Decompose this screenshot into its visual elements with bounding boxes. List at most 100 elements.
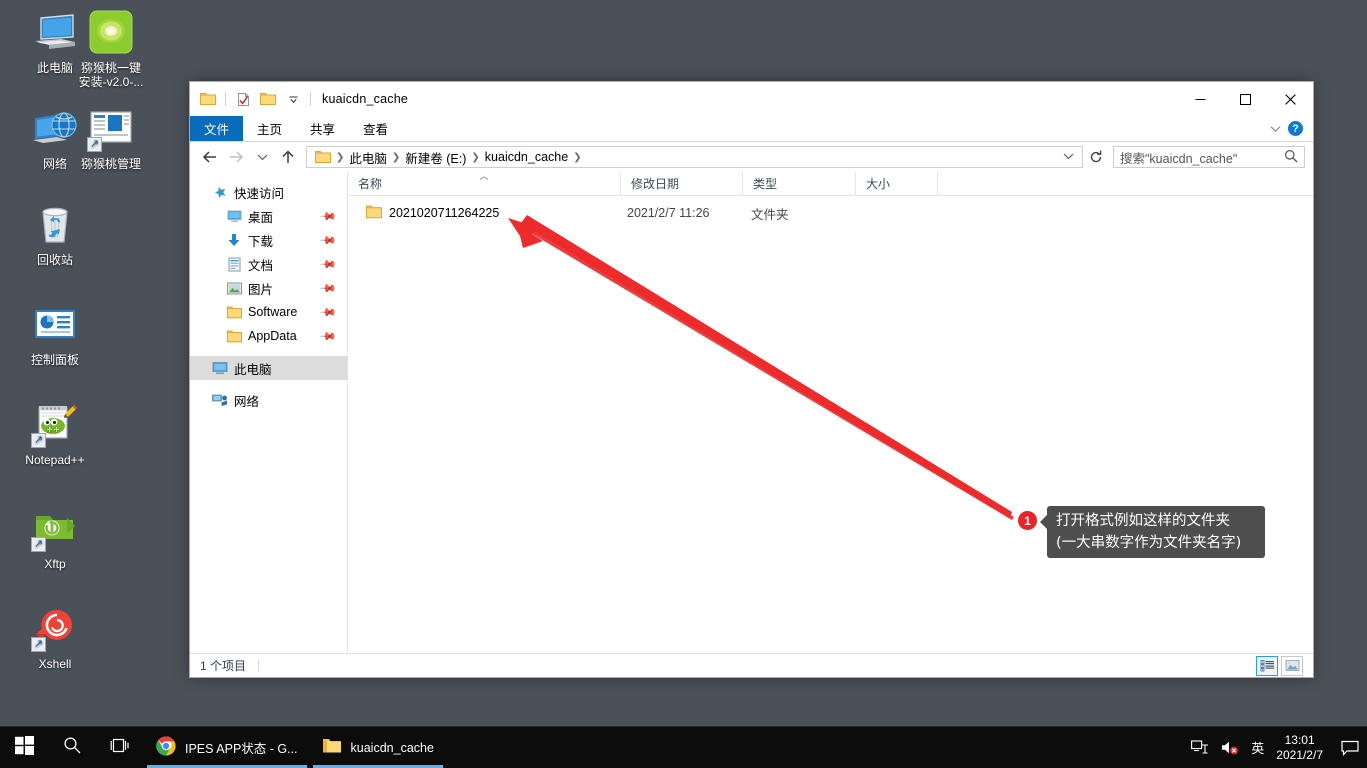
taskbar-item-chrome[interactable]: IPES APP状态 - G... (144, 727, 310, 768)
refresh-icon[interactable] (1085, 146, 1107, 168)
kiwi-fruit-icon (87, 8, 135, 56)
taskbar[interactable]: IPES APP状态 - G... kuaicdn_cache 英 13:01 … (0, 726, 1367, 768)
breadcrumb-item-this-pc[interactable]: 此电脑 (345, 148, 391, 167)
desktop-icon-recycle-bin[interactable]: 回收站 (8, 200, 102, 267)
column-header-modified[interactable]: 修改日期 (621, 172, 743, 195)
breadcrumb-folder-icon[interactable] (311, 150, 335, 164)
column-header-name[interactable]: ︿ 名称 (348, 171, 621, 195)
search-input[interactable]: 搜索"kuaicdn_cache" (1113, 146, 1305, 168)
pin-icon[interactable]: 📌 (319, 279, 338, 297)
breadcrumb-separator[interactable]: ❯ (470, 152, 480, 163)
sidebar-item-this-pc[interactable]: 此电脑 (190, 356, 347, 380)
start-button[interactable] (0, 727, 48, 768)
file-list[interactable]: 2021020711264225 2021/2/7 11:26 文件夹 (348, 196, 1313, 653)
pin-icon[interactable]: 📌 (319, 327, 338, 345)
sidebar-item-network[interactable]: 网络 (190, 388, 347, 412)
ribbon-tab-file[interactable]: 文件 (190, 116, 244, 141)
help-icon[interactable]: ? (1288, 121, 1303, 136)
sidebar-item-appdata[interactable]: AppData 📌 (190, 324, 347, 348)
shortcut-arrow-icon: ↗ (87, 137, 102, 152)
window-panels-icon: ↗ (87, 104, 135, 152)
window-controls[interactable] (1178, 82, 1313, 116)
system-tray[interactable]: 英 13:01 2021/2/7 (1191, 727, 1367, 768)
toolbar-divider (225, 92, 226, 106)
sidebar-item-label: 桌面 (248, 210, 274, 225)
collapse-ribbon-chevron-down-icon[interactable] (1270, 120, 1281, 138)
file-explorer-window[interactable]: kuaicdn_cache 文件 主页 共享 查看 ? ❯ 此电脑 ❯ 新建卷 … (189, 81, 1314, 678)
column-headers[interactable]: ︿ 名称 修改日期 类型 大小 (348, 171, 1313, 196)
network-monitor-icon[interactable] (1191, 740, 1209, 755)
window-titlebar[interactable]: kuaicdn_cache (190, 82, 1313, 116)
breadcrumb-separator[interactable]: ❯ (391, 152, 401, 163)
desktop-icon-label: 猕猴桃一键 安装-v2.0-... (78, 61, 144, 89)
desktop-icon-kiwi-manager[interactable]: ↗ 猕猴桃管理 (64, 104, 158, 171)
desktop-icon-xshell[interactable]: ↗ Xshell (8, 604, 102, 671)
sidebar-item-desktop[interactable]: 桌面 📌 (190, 204, 347, 228)
file-name-cell[interactable]: 2021020711264225 (348, 205, 621, 222)
recent-locations-chevron-down-icon[interactable] (250, 145, 274, 169)
pin-icon[interactable]: 📌 (319, 255, 338, 273)
pin-icon[interactable]: 📌 (319, 231, 338, 249)
breadcrumb-bar[interactable]: ❯ 此电脑 ❯ 新建卷 (E:) ❯ kuaicdn_cache ❯ (306, 146, 1083, 168)
pin-icon[interactable]: 📌 (319, 303, 338, 321)
large-icons-view-icon[interactable] (1281, 655, 1303, 676)
ribbon-tab-view[interactable]: 查看 (349, 116, 402, 141)
notification-icon[interactable] (1341, 740, 1359, 756)
ribbon-tab-home[interactable]: 主页 (243, 116, 296, 141)
forward-arrow-right-icon[interactable] (224, 145, 248, 169)
column-header-size[interactable]: 大小 (856, 172, 938, 195)
desktop-icon-kiwi-installer[interactable]: 猕猴桃一键 安装-v2.0-... (64, 8, 158, 89)
search-icon[interactable] (1284, 149, 1298, 166)
sidebar-item-downloads[interactable]: 下载 📌 (190, 228, 347, 252)
desktop-icon-label: 回收站 (36, 253, 73, 267)
task-view-button[interactable] (96, 727, 144, 768)
sidebar-item-label: 文档 (248, 258, 274, 273)
svg-text:++: ++ (46, 425, 59, 434)
desktop-icon-control-panel[interactable]: 控制面板 (8, 300, 102, 367)
back-arrow-left-icon[interactable] (198, 145, 222, 169)
search-placeholder: 搜索"kuaicdn_cache" (1120, 151, 1238, 166)
desktop-icon-xftp[interactable]: ↗ Xftp (8, 504, 102, 571)
document-icon (226, 256, 242, 272)
new-folder-icon[interactable] (257, 88, 279, 110)
navigation-pane[interactable]: 快速访问 桌面 📌 下载 📌 文档 📌 图片 📌 Software 📌 AppD… (190, 172, 348, 677)
star-pin-icon (212, 184, 228, 200)
shortcut-arrow-icon: ↗ (31, 637, 46, 652)
maximize-button[interactable] (1223, 82, 1268, 116)
column-header-type[interactable]: 类型 (743, 172, 856, 195)
sidebar-item-quick-access[interactable]: 快速访问 (190, 180, 347, 204)
ime-indicator[interactable]: 英 (1251, 738, 1264, 757)
minimize-button[interactable] (1178, 82, 1223, 116)
desktop-icon-label: Xshell (38, 657, 72, 671)
properties-checkmark-icon[interactable] (232, 88, 254, 110)
taskbar-item-explorer[interactable]: kuaicdn_cache (310, 727, 446, 768)
xshell-snail-icon: ↗ (31, 604, 79, 652)
desktop-icon-notepadpp[interactable]: ++ ↗ Notepad++ (8, 400, 102, 467)
window-title: kuaicdn_cache (322, 92, 408, 106)
sidebar-item-software[interactable]: Software 📌 (190, 300, 347, 324)
view-mode-buttons[interactable] (1256, 655, 1303, 676)
up-arrow-up-icon[interactable] (276, 145, 300, 169)
breadcrumb-dropdown-chevron-down-icon[interactable] (1059, 152, 1078, 163)
sidebar-item-pictures[interactable]: 图片 📌 (190, 276, 347, 300)
sidebar-item-documents[interactable]: 文档 📌 (190, 252, 347, 276)
table-row[interactable]: 2021020711264225 2021/2/7 11:26 文件夹 (348, 200, 1313, 226)
taskbar-search-button[interactable] (48, 727, 96, 768)
close-button[interactable] (1268, 82, 1313, 116)
file-list-pane[interactable]: ︿ 名称 修改日期 类型 大小 2021020711264225 2021/2/… (190, 171, 1313, 677)
breadcrumb-separator[interactable]: ❯ (572, 152, 582, 163)
volume-muted-icon[interactable] (1221, 740, 1239, 755)
column-label: 类型 (753, 177, 778, 191)
quick-access-toolbar[interactable] (197, 88, 314, 110)
taskbar-clock[interactable]: 13:01 2021/2/7 (1276, 733, 1323, 763)
chevron-down-icon[interactable] (282, 88, 304, 110)
folder-icon[interactable] (197, 88, 219, 110)
pin-icon[interactable]: 📌 (319, 207, 338, 225)
details-view-icon[interactable] (1256, 655, 1278, 676)
ribbon-tab-share[interactable]: 共享 (296, 116, 349, 141)
address-bar[interactable]: ❯ 此电脑 ❯ 新建卷 (E:) ❯ kuaicdn_cache ❯ 搜索"ku… (190, 142, 1313, 172)
breadcrumb-item-kuaicdn-cache[interactable]: kuaicdn_cache (481, 150, 572, 164)
breadcrumb-separator[interactable]: ❯ (335, 152, 345, 163)
breadcrumb-item-volume-e[interactable]: 新建卷 (E:) (401, 148, 470, 167)
ribbon-tab-bar[interactable]: 文件 主页 共享 查看 ? (190, 116, 1313, 142)
